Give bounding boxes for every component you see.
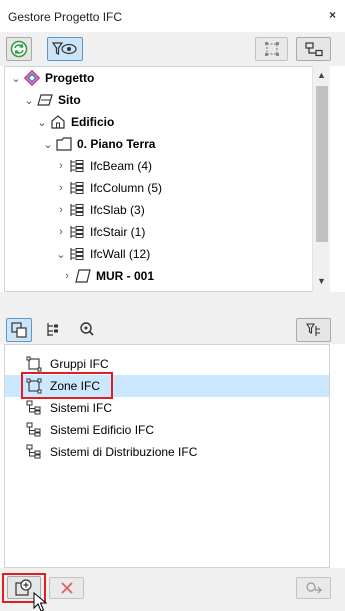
highlight-box [21,372,113,399]
hierarchy-icon[interactable] [45,322,61,341]
tree-item-label: Sito [58,93,81,107]
list-item-label: Sistemi di Distribuzione IFC [50,445,198,459]
tree-item-label: IfcWall (12) [90,247,151,261]
ifc-type-icon [68,246,86,262]
scrollbar-thumb[interactable] [316,86,328,242]
tree-row-ifcslab[interactable]: › IfcSlab (3) [54,199,145,221]
structure-button[interactable] [296,37,331,61]
tree-item-label: IfcStair (1) [90,225,146,239]
groups-toolbar [0,304,345,344]
system-icon [25,422,43,438]
mouse-cursor-icon [33,591,48,611]
scroll-down-icon[interactable]: ▼ [317,276,326,286]
tree-settings-icon [305,323,320,336]
select-elements-icon [264,42,279,56]
zoom-icon[interactable] [79,321,95,340]
tree-row-ifcwall[interactable]: ⌄ IfcWall (12) [54,243,150,265]
window-title: Gestore Progetto IFC [8,10,123,24]
tree-item-label: IfcSlab (3) [90,203,145,217]
tree-row-project[interactable]: ⌄ Progetto [9,67,94,89]
list-item-label: Gruppi IFC [50,357,109,371]
chevron-down-icon[interactable]: ⌄ [54,248,68,261]
delete-icon [60,582,73,594]
scroll-up-icon[interactable]: ▲ [317,70,326,80]
chevron-down-icon[interactable]: ⌄ [9,72,23,85]
structure-icon [304,42,323,57]
site-icon [36,92,54,108]
refresh-icon [10,40,28,58]
ifc-type-icon [68,202,86,218]
tree-row-building[interactable]: ⌄ Edificio [35,111,114,133]
chevron-right-icon[interactable]: › [60,270,74,282]
ifc-type-icon [68,180,86,196]
chevron-right-icon[interactable]: › [54,182,68,194]
title-bar: Gestore Progetto IFC × [0,0,345,32]
tree-row-site[interactable]: ⌄ Sito [22,89,81,111]
chevron-down-icon[interactable]: ⌄ [41,138,55,151]
refresh-button[interactable] [6,37,32,61]
list-item-sistemi-distribuzione-ifc[interactable]: Sistemi di Distribuzione IFC [5,441,329,463]
top-toolbar [0,32,345,66]
assign-icon [305,582,322,594]
list-item-label: Sistemi Edificio IFC [50,423,155,437]
ifc-type-icon [68,224,86,240]
wall-element-icon [74,268,92,284]
chevron-right-icon[interactable]: › [54,160,68,172]
filter-view-icon [52,42,77,55]
tree-item-label: Progetto [45,71,95,85]
tree-row-ifccolumn[interactable]: › IfcColumn (5) [54,177,162,199]
delete-button[interactable] [49,577,84,599]
panel-divider[interactable] [0,292,345,304]
list-item-sistemi-edificio-ifc[interactable]: Sistemi Edificio IFC [5,419,329,441]
close-icon[interactable]: × [329,8,336,22]
bottom-toolbar [0,568,345,611]
ifc-type-icon [68,158,86,174]
tree-scrollbar[interactable]: ▲ ▼ [312,66,330,292]
assign-button[interactable] [296,577,331,599]
tree-row-ifcstair[interactable]: › IfcStair (1) [54,221,145,243]
storey-icon [55,136,73,152]
tree-item-label: MUR - 001 [96,269,155,283]
tree-item-label: Edificio [71,115,115,129]
tree-row-mur-001[interactable]: › MUR - 001 [60,265,154,287]
list-item-sistemi-ifc[interactable]: Sistemi IFC [5,397,329,419]
groups-button[interactable] [6,318,32,342]
chevron-down-icon[interactable]: ⌄ [22,94,36,107]
list-item-label: Sistemi IFC [50,401,113,415]
project-icon [23,70,41,86]
system-icon [25,444,43,460]
tree-row-storey[interactable]: ⌄ 0. Piano Terra [41,133,155,155]
tree-item-label: 0. Piano Terra [77,137,156,151]
filter-view-button[interactable] [47,37,83,61]
tree-item-label: IfcColumn (5) [90,181,163,195]
project-tree[interactable]: ⌄ Progetto ⌄ Sito ⌄ Edificio ⌄ 0. Piano … [4,66,330,292]
system-icon [25,400,43,416]
chevron-right-icon[interactable]: › [54,204,68,216]
tree-row-ifcbeam[interactable]: › IfcBeam (4) [54,155,152,177]
groups-icon [11,322,27,338]
select-elements-button[interactable] [255,37,288,61]
building-icon [49,114,67,130]
tree-settings-button[interactable] [296,318,331,342]
chevron-down-icon[interactable]: ⌄ [35,116,49,129]
tree-item-label: IfcBeam (4) [90,159,153,173]
group-icon [25,356,43,372]
chevron-right-icon[interactable]: › [54,226,68,238]
